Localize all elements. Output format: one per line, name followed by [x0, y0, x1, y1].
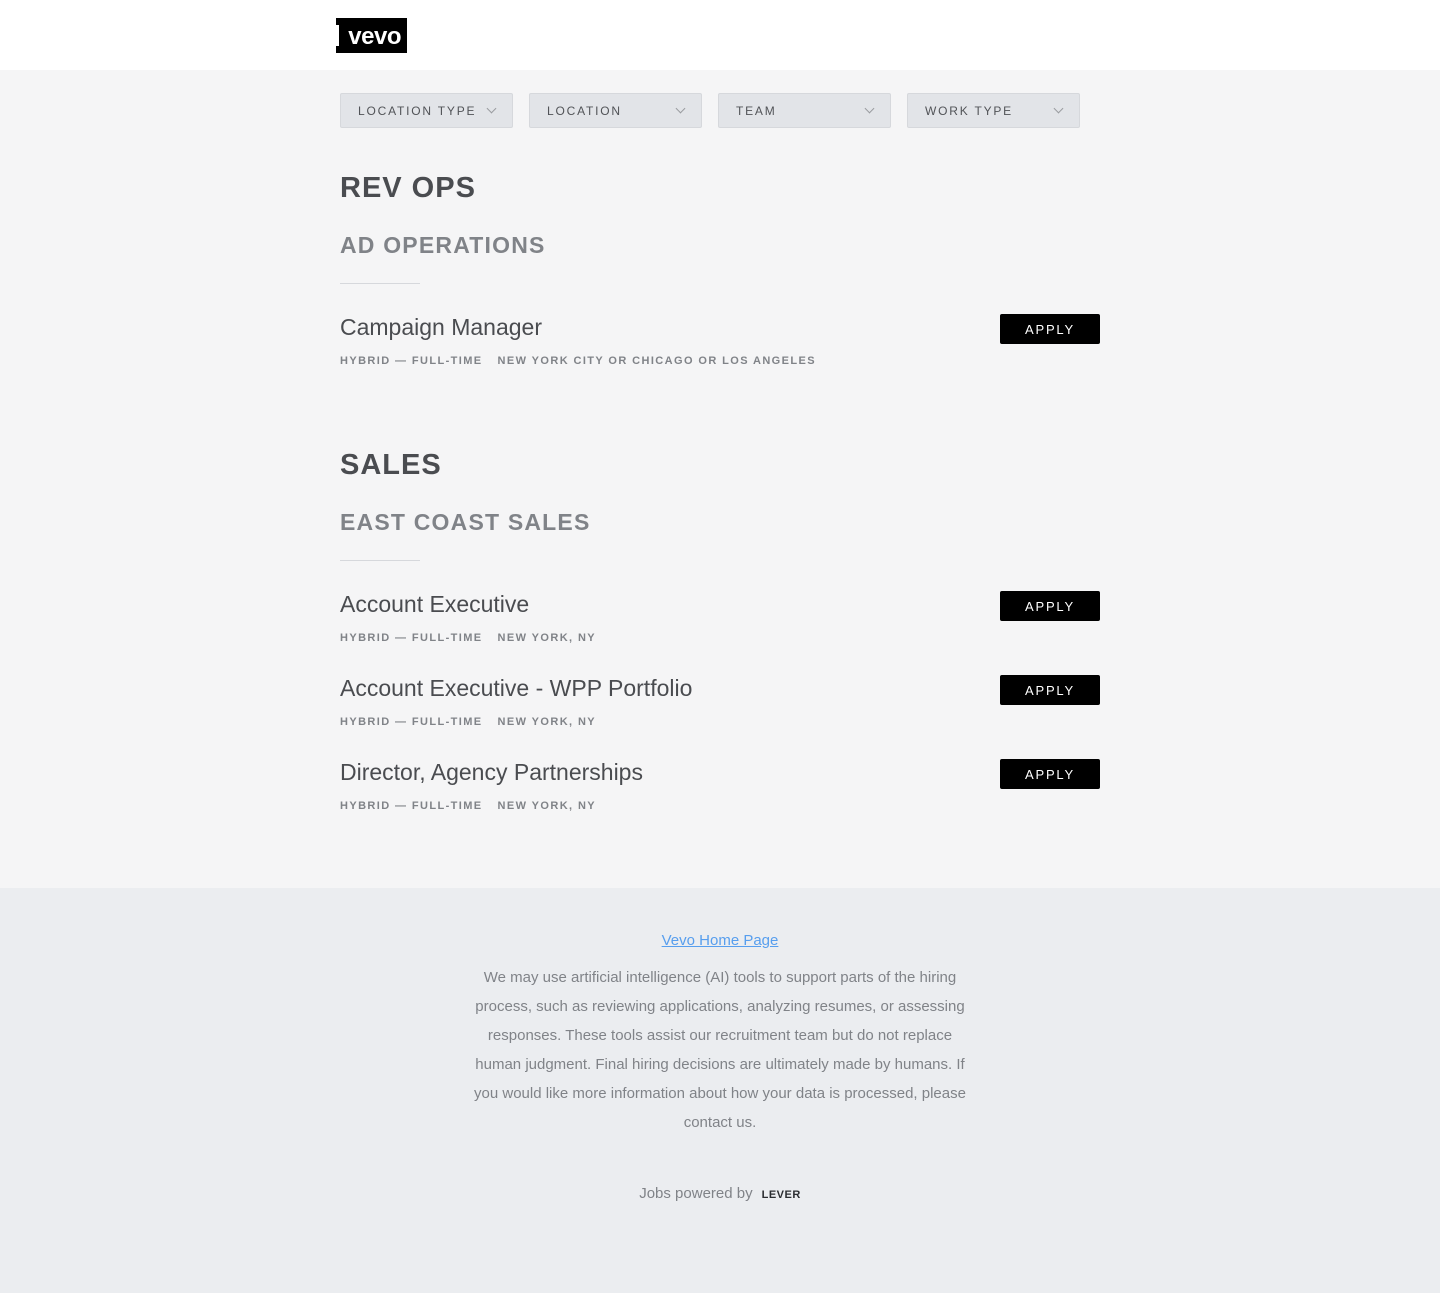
- chevron-down-icon: [486, 103, 497, 114]
- posting-title[interactable]: Account Executive: [340, 591, 529, 618]
- vevo-home-page-link[interactable]: Vevo Home Page: [0, 932, 1440, 949]
- filter-label: LOCATION TYPE: [358, 103, 477, 118]
- posting-meta: HYBRID — FULL-TIME NEW YORK, NY: [340, 716, 596, 728]
- posting-meta: HYBRID — FULL-TIME NEW YORK, NY: [340, 632, 596, 644]
- posting-title[interactable]: Campaign Manager: [340, 314, 542, 341]
- powered-by-text: Jobs powered by: [639, 1185, 753, 1202]
- posting-account-executive-wpp: Account Executive - WPP Portfolio HYBRID…: [340, 675, 1100, 759]
- chevron-down-icon: [864, 103, 875, 114]
- posting-meta: HYBRID — FULL-TIME NEW YORK, NY: [340, 800, 596, 812]
- filter-location-type[interactable]: LOCATION TYPE: [340, 93, 513, 128]
- posting-location: NEW YORK, NY: [497, 716, 597, 728]
- ai-notice-text: We may use artificial intelligence (AI) …: [474, 969, 966, 1131]
- posting-work-type: HYBRID — FULL-TIME: [340, 716, 483, 728]
- powered-by[interactable]: Jobs powered by LEVER: [0, 1185, 1440, 1202]
- subgroup-title-ad-operations: AD OPERATIONS: [340, 232, 546, 258]
- section-divider: [340, 283, 420, 284]
- posting-work-type: HYBRID — FULL-TIME: [340, 355, 483, 367]
- group-title-rev-ops: REV OPS: [340, 172, 476, 204]
- filter-work-type[interactable]: WORK TYPE: [907, 93, 1080, 128]
- filter-bar: LOCATION TYPE LOCATION TEAM WORK TYPE: [340, 70, 1100, 128]
- apply-button[interactable]: APPLY: [1000, 591, 1100, 621]
- posting-director-agency-partnerships: Director, Agency Partnerships HYBRID — F…: [340, 759, 1100, 843]
- filter-label: TEAM: [736, 103, 777, 118]
- posting-work-type: HYBRID — FULL-TIME: [340, 800, 483, 812]
- filter-label: LOCATION: [547, 103, 622, 118]
- apply-button[interactable]: APPLY: [1000, 675, 1100, 705]
- logo-text: vevo: [348, 22, 401, 50]
- filter-label: WORK TYPE: [925, 103, 1013, 118]
- group-title-sales: SALES: [340, 449, 442, 481]
- posting-location: NEW YORK, NY: [497, 800, 597, 812]
- posting-account-executive: Account Executive HYBRID — FULL-TIME NEW…: [340, 591, 1100, 675]
- chevron-down-icon: [1053, 103, 1064, 114]
- lever-logo: LEVER: [761, 1188, 801, 1201]
- apply-button[interactable]: APPLY: [1000, 314, 1100, 344]
- subgroup-title-east-coast-sales: EAST COAST SALES: [340, 509, 591, 535]
- section-divider: [340, 560, 420, 561]
- posting-title[interactable]: Director, Agency Partnerships: [340, 759, 643, 786]
- logo-bar-mark: [336, 25, 339, 46]
- chevron-down-icon: [675, 103, 686, 114]
- postings-content: LOCATION TYPE LOCATION TEAM WORK TYPE RE…: [340, 70, 1100, 843]
- posting-location: NEW YORK, NY: [497, 632, 597, 644]
- posting-meta: HYBRID — FULL-TIME NEW YORK CITY OR CHIC…: [340, 355, 816, 367]
- filter-team[interactable]: TEAM: [718, 93, 891, 128]
- posting-location: NEW YORK CITY OR CHICAGO OR LOS ANGELES: [497, 355, 816, 367]
- vevo-logo[interactable]: vevo: [336, 18, 407, 53]
- posting-campaign-manager: Campaign Manager HYBRID — FULL-TIME NEW …: [340, 314, 1100, 398]
- top-bar: vevo: [0, 0, 1440, 70]
- posting-title[interactable]: Account Executive - WPP Portfolio: [340, 675, 692, 702]
- filter-location[interactable]: LOCATION: [529, 93, 702, 128]
- page-footer: Vevo Home Page We may use artificial int…: [0, 888, 1440, 1293]
- apply-button[interactable]: APPLY: [1000, 759, 1100, 789]
- posting-work-type: HYBRID — FULL-TIME: [340, 632, 483, 644]
